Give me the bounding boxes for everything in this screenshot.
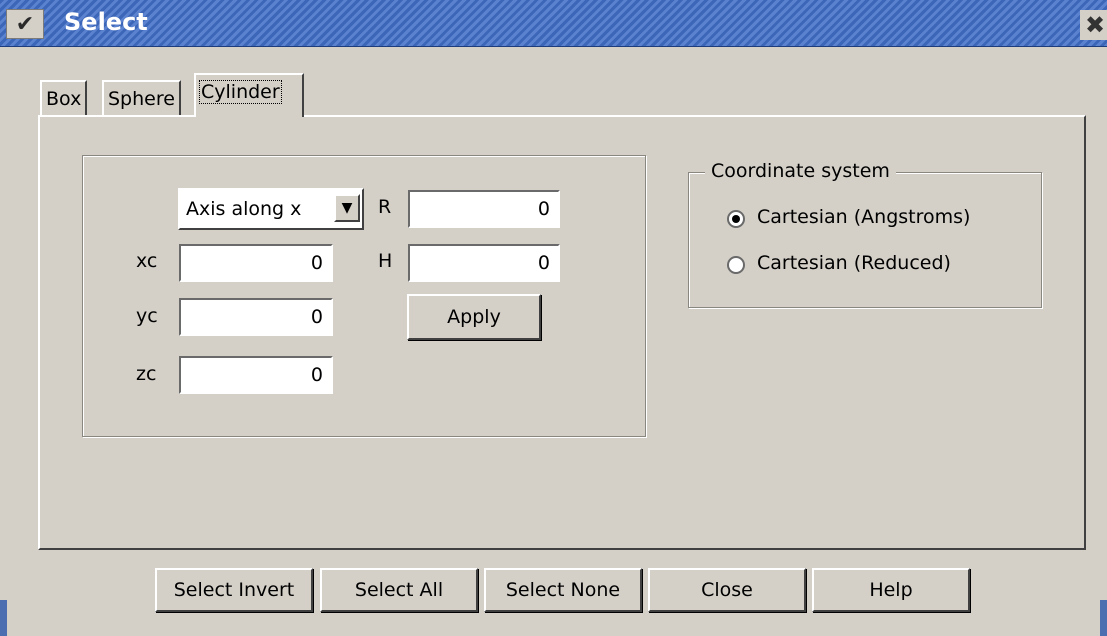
coordinate-system-group — [688, 172, 1042, 308]
axis-select[interactable]: Axis along x ▼ — [178, 188, 364, 230]
select-none-button[interactable]: Select None — [484, 568, 642, 612]
tab-cylinder[interactable]: Cylinder — [194, 73, 304, 117]
close-icon[interactable]: ✖ — [1080, 10, 1107, 40]
window-edge-right — [1100, 600, 1107, 636]
r-input[interactable]: 0 — [408, 190, 560, 228]
xc-label: xc — [136, 250, 158, 272]
yc-label: yc — [136, 305, 158, 327]
window-title: Select — [64, 8, 148, 36]
triangle-down-icon[interactable]: ▼ — [334, 194, 360, 222]
apply-button[interactable]: Apply — [407, 294, 541, 340]
xc-input[interactable]: 0 — [179, 244, 333, 282]
window-edge-left — [0, 600, 7, 636]
cylinder-parameters-group — [82, 155, 646, 437]
h-label: H — [378, 250, 393, 272]
cartesian-angstroms-label[interactable]: Cartesian (Angstroms) — [757, 206, 970, 228]
tab-sphere-label: Sphere — [108, 88, 175, 110]
tab-box-label: Box — [46, 88, 82, 110]
radio-cartesian-reduced[interactable] — [727, 256, 745, 274]
tab-sphere[interactable]: Sphere — [102, 80, 181, 116]
help-button[interactable]: Help — [812, 568, 970, 612]
close-button[interactable]: Close — [648, 568, 806, 612]
axis-select-value: Axis along x — [186, 198, 302, 220]
zc-input[interactable]: 0 — [179, 356, 333, 394]
tab-box[interactable]: Box — [40, 80, 88, 116]
tab-cylinder-label: Cylinder — [199, 80, 282, 104]
select-invert-button[interactable]: Select Invert — [155, 568, 313, 612]
title-bar[interactable]: ✔ Select ✖ — [0, 0, 1107, 47]
r-label: R — [378, 196, 392, 218]
yc-input[interactable]: 0 — [179, 298, 333, 336]
cartesian-reduced-label[interactable]: Cartesian (Reduced) — [757, 252, 951, 274]
select-dialog: ✔ Select ✖ Box Sphere Cylinder Axis alon… — [0, 0, 1107, 636]
radio-cartesian-angstroms[interactable] — [727, 210, 745, 228]
coordinate-system-legend: Coordinate system — [705, 160, 896, 182]
zc-label: zc — [136, 363, 157, 385]
h-input[interactable]: 0 — [408, 244, 560, 282]
chevron-down-icon[interactable]: ✔ — [6, 9, 44, 39]
select-all-button[interactable]: Select All — [320, 568, 478, 612]
